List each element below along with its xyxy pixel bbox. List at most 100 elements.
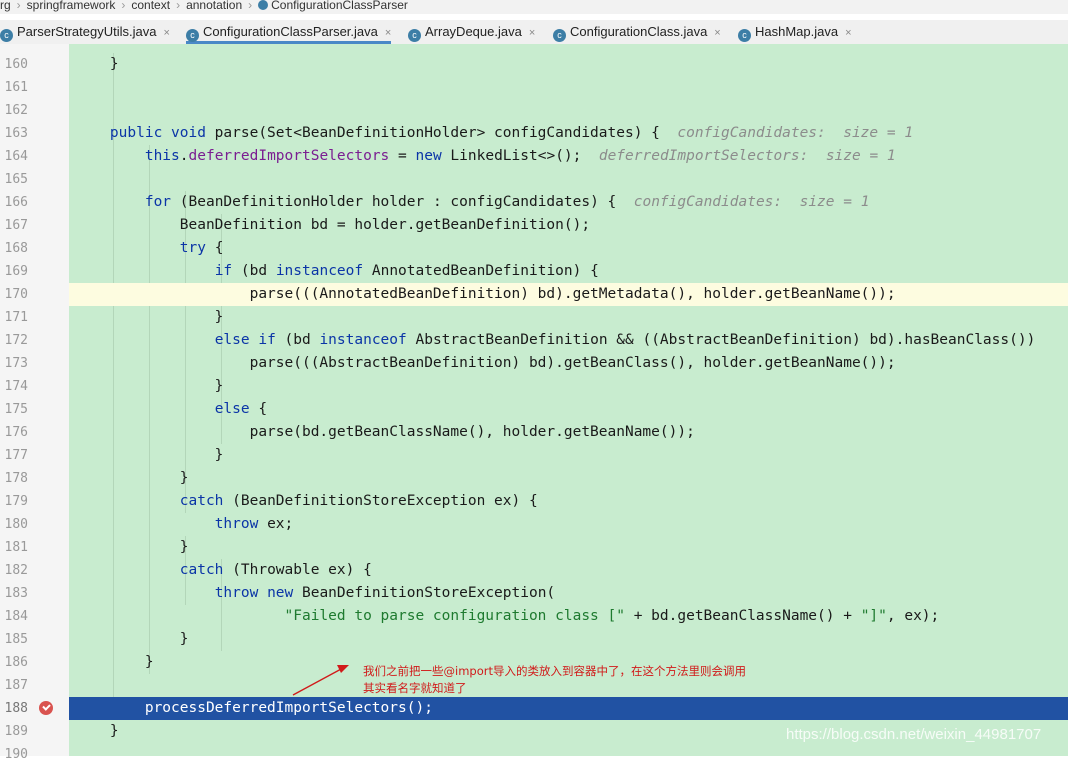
code-line[interactable]: 181 }	[0, 536, 1068, 559]
close-icon[interactable]: ×	[529, 27, 535, 39]
code-token: ex;	[258, 516, 294, 532]
tab-label: ParserStrategyUtils.java	[17, 24, 157, 39]
line-number[interactable]: 182	[0, 559, 28, 582]
code-token: {	[205, 240, 224, 256]
code-token: {	[249, 401, 268, 417]
code-line[interactable]: 166 for (BeanDefinitionHolder holder : c…	[0, 191, 1068, 214]
code-text: throw new BeanDefinitionStoreException(	[75, 582, 555, 605]
code-line[interactable]: 171 }	[0, 306, 1068, 329]
code-line[interactable]: 163 public void parse(Set<BeanDefinition…	[0, 122, 1068, 145]
code-line[interactable]: 170 parse(((AnnotatedBeanDefinition) bd)…	[0, 283, 1068, 306]
code-line[interactable]: 176 parse(bd.getBeanClassName(), holder.…	[0, 421, 1068, 444]
code-line[interactable]: 180 throw ex;	[0, 513, 1068, 536]
debug-inline-value: deferredImportSelectors: size = 1	[598, 148, 896, 164]
line-number[interactable]: 180	[0, 513, 28, 536]
line-number[interactable]: 171	[0, 306, 28, 329]
code-text: }	[75, 306, 224, 329]
class-icon: c	[553, 29, 566, 42]
line-number[interactable]: 161	[0, 76, 28, 99]
code-token: }	[75, 378, 224, 394]
code-line[interactable]: 175 else {	[0, 398, 1068, 421]
line-number[interactable]: 175	[0, 398, 28, 421]
line-number[interactable]: 188	[0, 697, 28, 720]
line-number[interactable]: 190	[0, 743, 28, 766]
code-line[interactable]: 162	[0, 99, 1068, 122]
close-icon[interactable]: ×	[163, 27, 169, 39]
code-line[interactable]: 169 if (bd instanceof AnnotatedBeanDefin…	[0, 260, 1068, 283]
code-line[interactable]: 161	[0, 76, 1068, 99]
breadcrumb-item[interactable]: annotation	[186, 0, 242, 12]
close-icon[interactable]: ×	[385, 27, 391, 39]
line-number[interactable]: 187	[0, 674, 28, 697]
code-line[interactable]: 160 }	[0, 53, 1068, 76]
code-line[interactable]: 184 "Failed to parse configuration class…	[0, 605, 1068, 628]
line-number[interactable]: 177	[0, 444, 28, 467]
tab-parserstrategyutils[interactable]: c ParserStrategyUtils.java ×	[0, 20, 170, 44]
line-number[interactable]: 164	[0, 145, 28, 168]
code-line[interactable]: 165	[0, 168, 1068, 191]
code-token: .	[179, 148, 189, 164]
annotation-line-2: 其实看名字就知道了	[363, 681, 467, 695]
line-number[interactable]: 173	[0, 352, 28, 375]
class-icon	[258, 0, 269, 10]
breakpoint-icon[interactable]	[39, 701, 53, 715]
code-text: public void parse(Set<BeanDefinitionHold…	[75, 122, 913, 145]
line-number[interactable]: 183	[0, 582, 28, 605]
line-number[interactable]: 176	[0, 421, 28, 444]
code-line[interactable]: 172 else if (bd instanceof AbstractBeanD…	[0, 329, 1068, 352]
tab-arraydeque[interactable]: c ArrayDeque.java ×	[408, 20, 535, 44]
line-number[interactable]: 189	[0, 720, 28, 743]
line-number[interactable]: 174	[0, 375, 28, 398]
line-number[interactable]: 163	[0, 122, 28, 145]
code-line[interactable]: 173 parse(((AbstractBeanDefinition) bd).…	[0, 352, 1068, 375]
editor-tabs: c ParserStrategyUtils.java × c Configuration…	[0, 20, 1068, 45]
code-token: LinkedList<>();	[441, 148, 599, 164]
code-line[interactable]: 174 }	[0, 375, 1068, 398]
line-number[interactable]: 166	[0, 191, 28, 214]
breadcrumb-item[interactable]: context	[131, 0, 170, 12]
code-line[interactable]: 182 catch (Throwable ex) {	[0, 559, 1068, 582]
line-number[interactable]: 160	[0, 53, 28, 76]
code-line[interactable]: 188 processDeferredImportSelectors();	[0, 697, 1068, 720]
line-number[interactable]: 172	[0, 329, 28, 352]
line-number[interactable]: 162	[0, 99, 28, 122]
line-number[interactable]: 165	[0, 168, 28, 191]
code-line[interactable]: 168 try {	[0, 237, 1068, 260]
line-number[interactable]: 168	[0, 237, 28, 260]
code-token: throw	[214, 516, 259, 532]
tab-label: ConfigurationClassParser.java	[203, 24, 378, 39]
tab-hashmap[interactable]: c HashMap.java ×	[738, 20, 852, 44]
line-number[interactable]: 167	[0, 214, 28, 237]
code-line[interactable]: 177 }	[0, 444, 1068, 467]
line-number[interactable]: 181	[0, 536, 28, 559]
code-text: else if (bd instanceof AbstractBeanDefin…	[75, 329, 1036, 352]
code-line[interactable]: 178 }	[0, 467, 1068, 490]
breadcrumb-item[interactable]: ConfigurationClassParser	[271, 0, 408, 12]
line-number[interactable]: 170	[0, 283, 28, 306]
code-token: }	[75, 654, 154, 670]
close-icon[interactable]: ×	[845, 27, 851, 39]
code-line[interactable]: 183 throw new BeanDefinitionStoreExcepti…	[0, 582, 1068, 605]
tab-configurationclass[interactable]: c ConfigurationClass.java ×	[553, 20, 721, 44]
tab-configurationclassparser[interactable]: c ConfigurationClassParser.java ×	[186, 20, 392, 44]
breadcrumb-item[interactable]: rg	[0, 0, 11, 12]
line-number[interactable]: 184	[0, 605, 28, 628]
code-text: this.deferredImportSelectors = new Linke…	[75, 145, 896, 168]
breadcrumb-separator: ›	[16, 0, 21, 12]
code-line[interactable]: 190	[0, 743, 1068, 766]
line-number[interactable]: 178	[0, 467, 28, 490]
close-icon[interactable]: ×	[714, 27, 720, 39]
code-token: parse(bd.getBeanClassName(), holder.getB…	[75, 424, 695, 440]
code-line[interactable]: 167 BeanDefinition bd = holder.getBeanDe…	[0, 214, 1068, 237]
line-number[interactable]: 179	[0, 490, 28, 513]
code-line[interactable]: 179 catch (BeanDefinitionStoreException …	[0, 490, 1068, 513]
breadcrumb-item[interactable]: springframework	[27, 0, 116, 12]
line-number[interactable]: 169	[0, 260, 28, 283]
line-number[interactable]: 185	[0, 628, 28, 651]
line-number[interactable]: 186	[0, 651, 28, 674]
code-line[interactable]: 164 this.deferredImportSelectors = new L…	[0, 145, 1068, 168]
code-line[interactable]: 185 }	[0, 628, 1068, 651]
